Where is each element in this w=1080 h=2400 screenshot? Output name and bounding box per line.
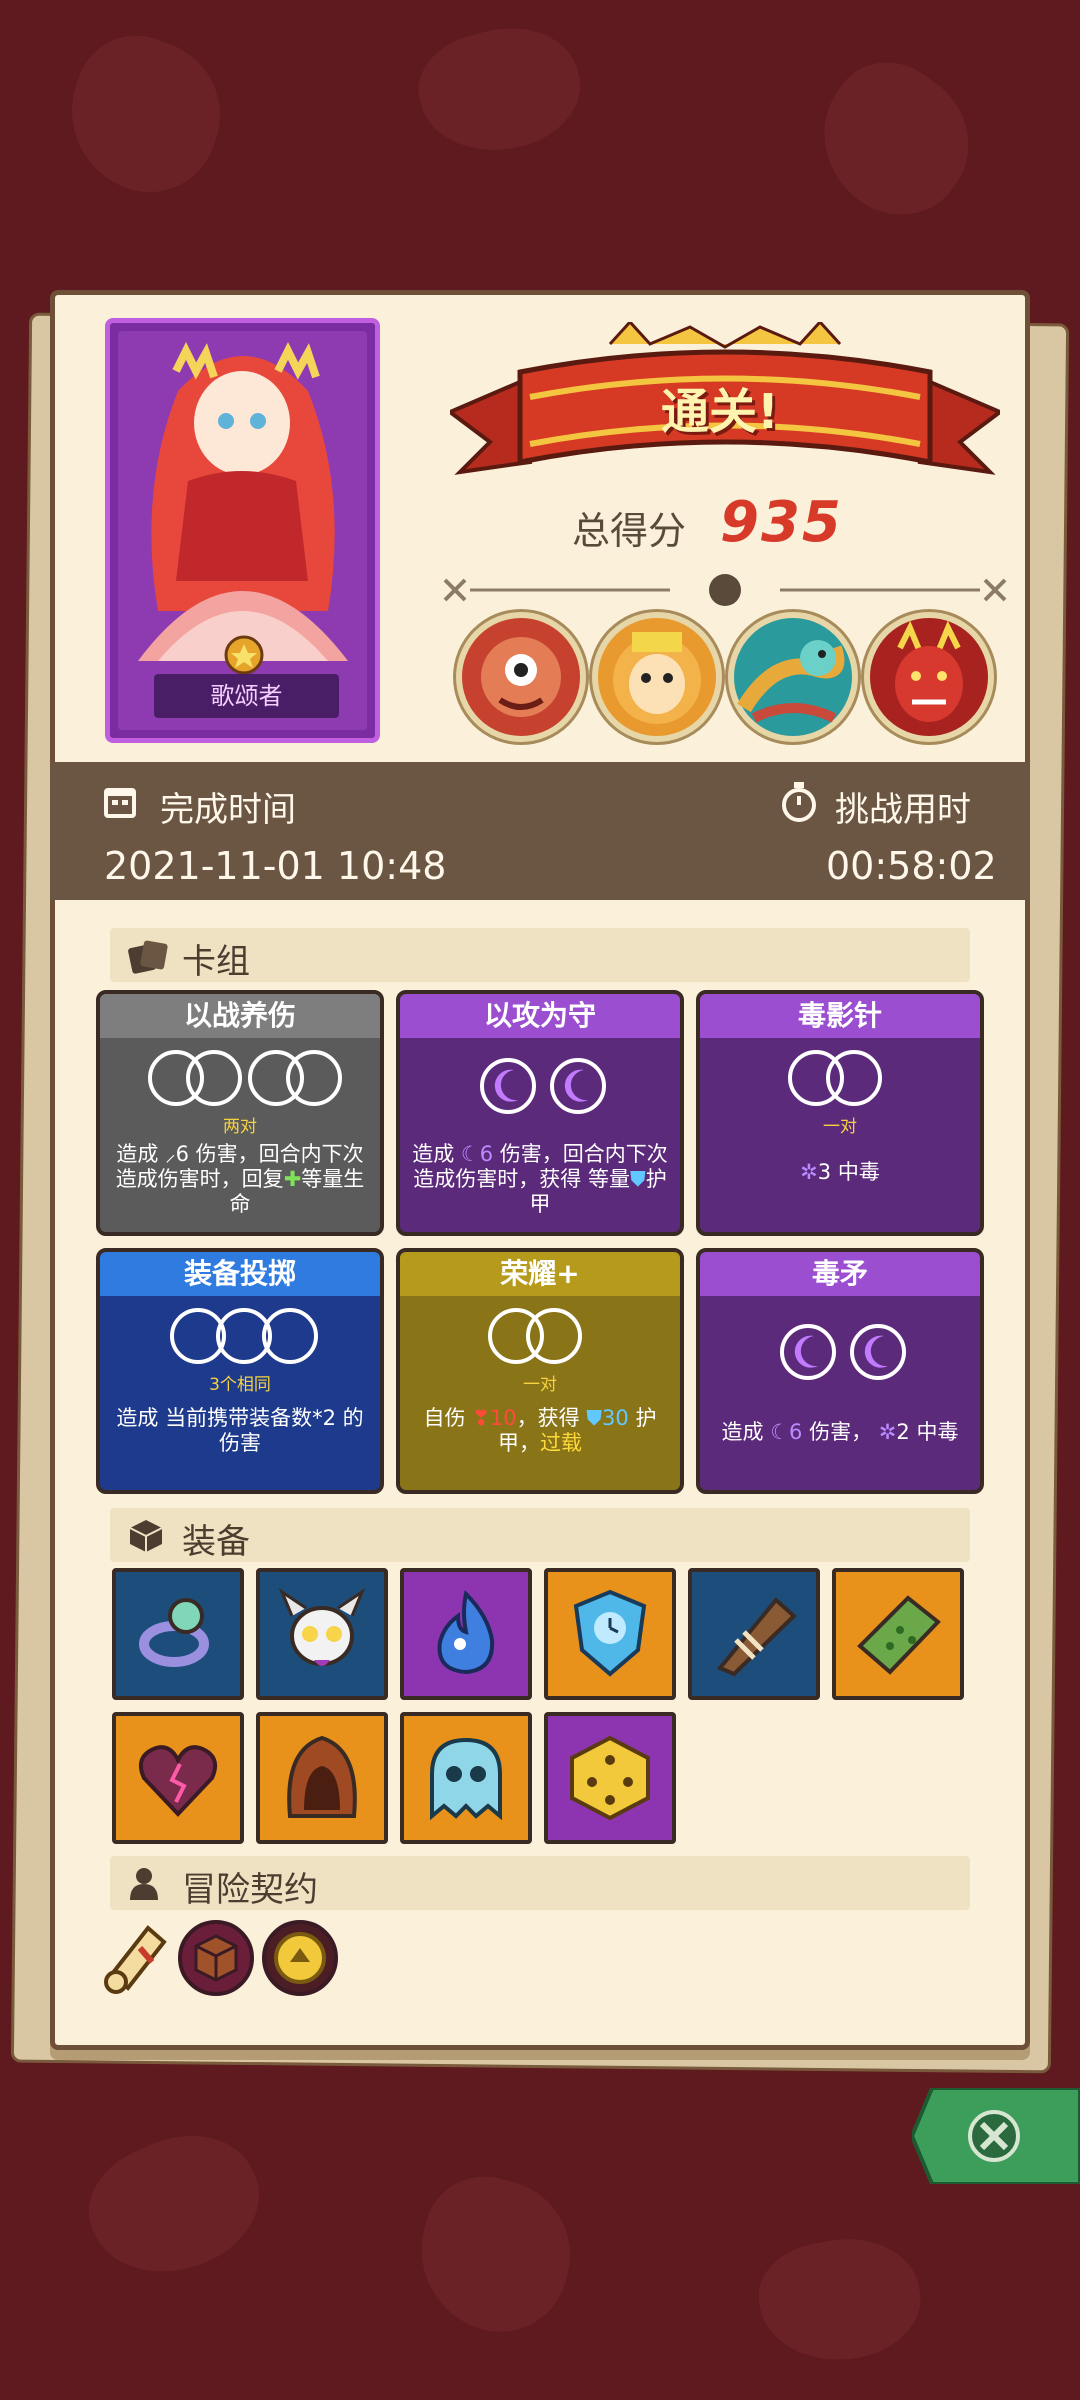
card-description: 造成 当前携带装备数*2 的伤害: [116, 1406, 364, 1455]
card-description: 自伤 ❣10，获得 ⛊30 护甲，过载: [423, 1406, 657, 1455]
deck-card[interactable]: 毒影针 一对 ✲3 中毒: [696, 990, 984, 1236]
contracts-title: 冒险契约: [182, 1870, 318, 1910]
card-description: 造成 ☾6 伤害，回合内下次造成伤害时，获得 等量⛊护甲: [412, 1142, 668, 1216]
clock-shield-icon[interactable]: [544, 1568, 676, 1700]
cyclops-boss-icon[interactable]: [456, 612, 586, 742]
bg-decor: [48, 18, 242, 212]
finish-time-value: 2021-11-01 10:48: [104, 844, 447, 888]
cube-seal-icon[interactable]: [176, 1918, 256, 1998]
finish-time-label: 完成时间: [160, 790, 296, 830]
card-description: 造成 ⸝6 伤害，回合内下次造成伤害时，回复✚等量生命: [115, 1142, 365, 1216]
hood-icon[interactable]: [256, 1712, 388, 1844]
ghost-icon[interactable]: [400, 1712, 532, 1844]
shield-icon: ⛊: [586, 1406, 603, 1430]
moon-dice-slot: [480, 1058, 536, 1114]
moon-dice-slot: [780, 1324, 836, 1380]
stopwatch-icon: [782, 782, 816, 822]
bg-decor: [793, 39, 997, 241]
hero-card[interactable]: 歌颂者: [105, 318, 380, 743]
heal-icon: ✚: [283, 1167, 302, 1191]
close-icon: [968, 2110, 1020, 2162]
boss-divider: [443, 574, 1007, 606]
deck-card[interactable]: 毒矛 造成 ☾6 伤害， ✲2 中毒: [696, 1248, 984, 1494]
dice-slot: [186, 1050, 242, 1106]
equipment-title: 装备: [182, 1522, 250, 1562]
box-icon: [129, 1520, 163, 1552]
bg-decor: [407, 11, 593, 169]
total-score-value: 935: [720, 490, 843, 555]
calendar-icon: [104, 788, 136, 818]
card-name: 以攻为守: [400, 994, 680, 1038]
dice-slot: [262, 1308, 318, 1364]
contracts-section-header: 冒险契约: [110, 1856, 970, 1910]
bg-decor: [750, 2227, 930, 2373]
card-description: ✲3 中毒: [800, 1160, 880, 1184]
blue-flame-icon[interactable]: [400, 1568, 532, 1700]
deck-card[interactable]: 装备投掷 3个相同 造成 当前携带装备数*2 的伤害: [96, 1248, 384, 1494]
card-requirement: 两对: [223, 1117, 257, 1137]
card-name: 毒影针: [700, 994, 980, 1038]
dice-slot: [526, 1308, 582, 1364]
challenge-time-label: 挑战用时: [835, 790, 971, 830]
card-requirement: 一对: [523, 1375, 557, 1395]
dice-slot: [826, 1050, 882, 1106]
deck-title: 卡组: [182, 942, 250, 982]
moon-icon: ☾: [770, 1420, 790, 1444]
card-description: 造成 ☾6 伤害， ✲2 中毒: [721, 1420, 959, 1444]
deck-card[interactable]: 以攻为守 造成 ☾6 伤害，回合内下次造成伤害时，获得 等量⛊护甲: [396, 990, 684, 1236]
person-icon: [130, 1868, 158, 1900]
stats-bar: 完成时间 2021-11-01 10:48 挑战用时 00:58:02: [50, 762, 1030, 900]
hero-name: 歌颂者: [154, 674, 339, 718]
victory-title: 通关!: [661, 384, 779, 440]
deck-card[interactable]: 荣耀+ 一对 自伤 ❣10，获得 ⛊30 护甲，过载: [396, 1248, 684, 1494]
total-score-label: 总得分: [572, 509, 687, 553]
poison-icon: ✲: [878, 1420, 897, 1444]
deck-section-header: 卡组: [110, 928, 970, 982]
ring-icon[interactable]: [112, 1568, 244, 1700]
cards-icon: [128, 940, 168, 974]
gold-dice-icon[interactable]: [544, 1712, 676, 1844]
dice-slot: [286, 1050, 342, 1106]
equipment-section-header: 装备: [110, 1508, 970, 1562]
bg-decor: [70, 2110, 280, 2300]
close-button[interactable]: [912, 2088, 1080, 2184]
cracked-heart-icon[interactable]: [112, 1712, 244, 1844]
card-requirement: 一对: [823, 1117, 857, 1137]
card-name: 以战养伤: [100, 994, 380, 1038]
card-name: 荣耀+: [400, 1252, 680, 1296]
self-damage-icon: ❣: [472, 1406, 490, 1430]
bg-decor: [403, 2163, 587, 2347]
card-requirement: 3个相同: [209, 1375, 271, 1395]
horned-skull-icon[interactable]: [256, 1568, 388, 1700]
challenge-time-value: 00:58:02: [826, 844, 997, 888]
scroll-icon[interactable]: [100, 1918, 172, 1998]
deck-card[interactable]: 以战养伤 两对 造成 ⸝6 伤害，回合内下次造成伤害时，回复✚等量生命: [96, 990, 384, 1236]
moon-dice-slot: [550, 1058, 606, 1114]
sword-icon: ⸝: [165, 1142, 176, 1166]
moon-dice-slot: [850, 1324, 906, 1380]
red-demon-boss-icon[interactable]: [864, 612, 994, 742]
poison-icon: ✲: [800, 1160, 818, 1184]
shield-icon: ⛊: [629, 1167, 646, 1191]
card-name: 装备投掷: [100, 1252, 380, 1296]
medal-icon: [224, 635, 264, 675]
gold-coin-icon[interactable]: [260, 1918, 340, 1998]
green-slab-icon[interactable]: [832, 1568, 964, 1700]
moon-icon: ☾: [460, 1142, 480, 1166]
card-name: 毒矛: [700, 1252, 980, 1296]
lion-warrior-boss-icon[interactable]: [592, 612, 722, 742]
serpent-boss-icon[interactable]: [728, 612, 858, 742]
war-horn-icon[interactable]: [688, 1568, 820, 1700]
